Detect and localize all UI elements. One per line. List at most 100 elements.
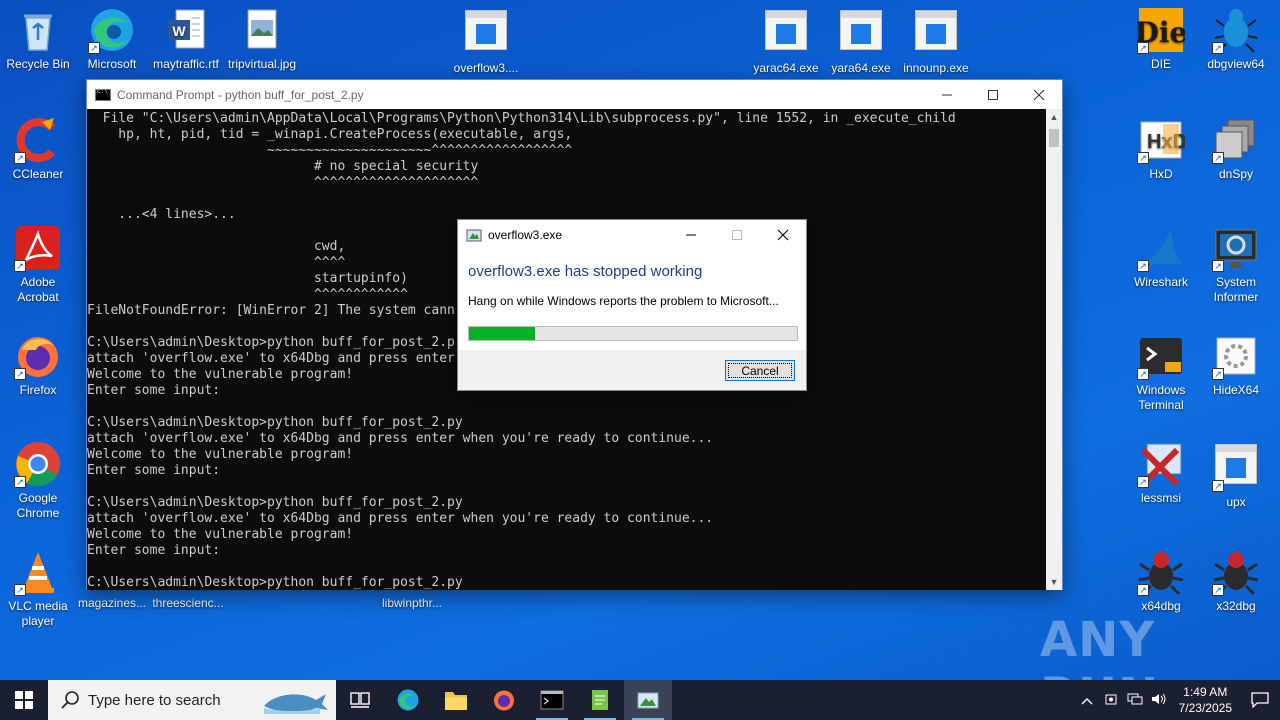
lessmsi-icon: ↗ (1137, 440, 1185, 488)
scroll-thumb[interactable] (1049, 129, 1059, 147)
security-icon[interactable] (1099, 692, 1123, 709)
console-line: File "C:\Users\admin\AppData\Local\Progr… (87, 111, 956, 126)
console-line: # no special security (87, 159, 479, 174)
console-line: ~~~~~~~~~~~~~~~~~~~~~^^^^^^^^^^^^^^^^^^ (87, 143, 573, 158)
close-button[interactable] (1016, 80, 1062, 109)
desktop-icon-label: DIE (1150, 57, 1171, 71)
desktop-icon-recycle-bin[interactable]: Recycle Bin (0, 6, 76, 72)
scroll-up-icon[interactable]: ▲ (1046, 109, 1062, 125)
desktop-icon-tripvirtual[interactable]: tripvirtual.jpg (224, 6, 300, 72)
desktop-icon-windows-terminal[interactable]: ↗ Windows Terminal (1123, 332, 1199, 413)
minimize-icon (942, 94, 952, 95)
minimize-button[interactable] (924, 80, 970, 109)
desktop-icon-chrome[interactable]: ↗ Google Chrome (0, 440, 76, 521)
network-icon[interactable] (1123, 692, 1147, 709)
dialog-title-bar[interactable]: overflow3.exe (458, 220, 806, 249)
progress-fill (469, 327, 535, 340)
recycle-bin-icon (14, 6, 62, 54)
notification-center-button[interactable] (1240, 680, 1280, 720)
close-icon (777, 229, 789, 240)
dnspy-icon: ↗ (1212, 116, 1260, 164)
desktop-icon-wireshark[interactable]: ↗ Wireshark (1123, 224, 1199, 290)
shortcut-arrow-icon: ↗ (14, 584, 26, 596)
desktop-icon-upx[interactable]: ↗ upx (1198, 440, 1274, 510)
executable-icon: ↗ (1212, 444, 1260, 492)
desktop-icon-hidex64[interactable]: ↗ HideX64 (1198, 332, 1274, 398)
dialog-maximize-button (714, 220, 760, 249)
desktop-icon-overflow3[interactable]: overflow3.... (448, 6, 524, 76)
taskbar-edge[interactable] (384, 680, 432, 720)
maximize-button[interactable] (970, 80, 1016, 109)
vertical-scrollbar[interactable]: ▲ ▼ (1046, 109, 1062, 590)
clock-time: 1:49 AM (1183, 685, 1228, 699)
desktop-icon-lessmsi[interactable]: ↗ lessmsi (1123, 440, 1199, 506)
taskbar-firefox[interactable] (480, 680, 528, 720)
desktop-icon-label: HideX64 (1212, 383, 1260, 397)
start-button[interactable] (0, 680, 48, 720)
desktop-icon-system-informer[interactable]: ↗ System Informer (1198, 224, 1274, 305)
dialog-close-button[interactable] (760, 220, 806, 249)
shortcut-arrow-icon: ↗ (88, 42, 100, 54)
die-icon: Die ↗ (1135, 6, 1187, 54)
dialog-minimize-button[interactable] (668, 220, 714, 249)
desktop-icon-innounp[interactable]: innounp.exe (898, 6, 974, 76)
firefox-icon (494, 690, 514, 711)
desktop-icon-yarac64[interactable]: yarac64.exe (748, 6, 824, 76)
desktop-icon-ccleaner[interactable]: ↗ CCleaner (0, 116, 76, 182)
desktop-icon-label: System Informer (1213, 275, 1259, 304)
desktop-icon-hxd[interactable]: HxD ↗ HxD (1123, 116, 1199, 182)
desktop-icon-x32dbg[interactable]: ↗ x32dbg (1198, 548, 1274, 614)
desktop-icon-label: lessmsi (1140, 491, 1181, 505)
desktop-icon-label: VLC media player (8, 599, 68, 628)
taskbar-notepad[interactable] (576, 680, 624, 720)
shortcut-arrow-icon: ↗ (1137, 368, 1149, 380)
desktop-icon-yara64[interactable]: yara64.exe (823, 6, 899, 76)
desktop-icon-maytraffic[interactable]: W maytraffic.rtf (148, 6, 224, 72)
dialog-heading: overflow3.exe has stopped working (468, 263, 703, 280)
taskbar-file-explorer[interactable] (432, 680, 480, 720)
taskbar-search-box[interactable]: Type here to search (48, 680, 336, 720)
shortcut-arrow-icon: ↗ (1212, 584, 1224, 596)
desktop-icon-label: upx (1226, 495, 1246, 509)
error-dialog[interactable]: overflow3.exe overflow3.exe has stopped … (457, 219, 807, 391)
desktop-icon-dnspy[interactable]: ↗ dnSpy (1198, 116, 1274, 182)
desktop-icon-die[interactable]: Die ↗ DIE (1123, 6, 1199, 72)
executable-icon (462, 10, 510, 58)
desktop-icon-adobe[interactable]: ↗ Adobe Acrobat (0, 224, 76, 305)
desktop-icon-vlc[interactable]: ↗ VLC media player (0, 548, 76, 629)
desktop-icon-label: threescienc... (152, 596, 224, 610)
terminal-icon: ↗ (1137, 332, 1185, 380)
taskbar-clock[interactable]: 1:49 AM 7/23/2025 (1171, 684, 1240, 716)
window-title-bar[interactable]: Command Prompt - python buff_for_post_2.… (87, 80, 1062, 109)
system-tray: 1:49 AM 7/23/2025 (1075, 680, 1280, 720)
system-informer-icon: ↗ (1212, 224, 1260, 272)
wireshark-icon: ↗ (1137, 224, 1185, 272)
search-icon (61, 691, 79, 709)
desktop-icon-label: innounp.exe (903, 61, 969, 75)
svg-text:W: W (172, 23, 186, 39)
search-placeholder: Type here to search (88, 691, 221, 709)
desktop-icon-x64dbg[interactable]: ↗ x64dbg (1123, 548, 1199, 614)
shortcut-arrow-icon: ↗ (1137, 584, 1149, 596)
volume-icon[interactable] (1147, 692, 1171, 709)
desktop-icon-label: libwinpthr... (381, 596, 443, 610)
task-view-button[interactable] (336, 680, 384, 720)
error-reporting-icon (637, 692, 659, 709)
cancel-button[interactable]: Cancel (725, 360, 795, 381)
taskbar-command-prompt[interactable] (528, 680, 576, 720)
desktop-icon-edge[interactable]: ↗ Microsoft Edge (74, 6, 150, 72)
search-highlight-whale-icon (264, 694, 328, 714)
desktop-icon-label: Wireshark (1133, 275, 1188, 289)
scroll-down-icon[interactable]: ▼ (1046, 574, 1062, 590)
desktop-icon-firefox[interactable]: ↗ Firefox (0, 332, 76, 398)
desktop-icon-dbgview64[interactable]: ↗ dbgview64 (1198, 6, 1274, 72)
taskbar-error-reporting[interactable] (624, 680, 672, 720)
edge-icon: ↗ (88, 6, 136, 54)
chevron-up-icon[interactable] (1075, 693, 1099, 708)
shortcut-arrow-icon: ↗ (1137, 42, 1149, 54)
shortcut-arrow-icon: ↗ (1212, 152, 1224, 164)
maximize-icon (988, 89, 998, 100)
executable-icon (837, 10, 885, 58)
desktop-icon-label: Google Chrome (16, 491, 60, 520)
